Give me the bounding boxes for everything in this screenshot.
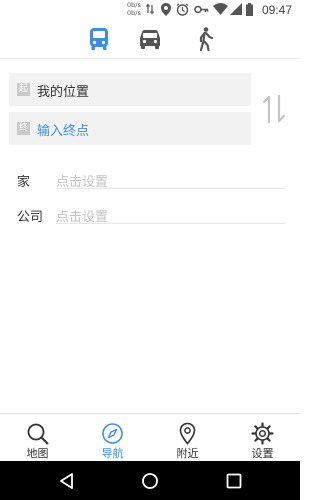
nav-label-map: 地图: [26, 447, 49, 460]
location-icon: [161, 3, 171, 16]
compass-icon: [102, 423, 123, 444]
nav-label-settings: 设置: [251, 447, 274, 460]
company-place-row[interactable]: 公司 点击设置: [0, 201, 300, 231]
start-badge: 起: [17, 83, 30, 96]
nav-label-nearby: 附近: [176, 447, 199, 460]
clock: 09:47: [261, 3, 292, 17]
search-icon: [27, 423, 49, 445]
home-divider: [56, 188, 285, 189]
company-divider: [56, 223, 285, 224]
start-location-field[interactable]: 起 我的位置: [9, 73, 251, 106]
swap-route-button[interactable]: [262, 94, 286, 124]
signal-icon: [230, 3, 242, 15]
back-icon[interactable]: [57, 471, 77, 491]
network-speed: 0b/s 0b/s: [127, 1, 141, 17]
alarm-icon: [176, 3, 189, 16]
status-bar: 0b/s 0b/s 09:47: [0, 0, 300, 20]
key-icon: [194, 5, 209, 14]
wifi-icon: [213, 3, 228, 15]
home-label: 家: [17, 175, 31, 190]
home-place-row[interactable]: 家 点击设置: [0, 166, 300, 196]
end-badge: 终: [17, 122, 30, 135]
recents-icon[interactable]: [224, 471, 244, 491]
nav-label-navigate: 导航: [101, 447, 124, 460]
start-location-text: 我的位置: [37, 85, 90, 100]
home-icon[interactable]: [140, 471, 160, 491]
nav-item-navigate[interactable]: 导航: [75, 414, 150, 462]
location-pin-icon: [179, 422, 196, 445]
destination-placeholder: 输入终点: [37, 124, 90, 139]
nav-item-settings[interactable]: 设置: [225, 414, 300, 462]
walk-icon: [199, 27, 214, 52]
tab-walk[interactable]: [192, 26, 218, 52]
car-icon: [140, 30, 160, 49]
bus-icon: [90, 28, 108, 50]
network-speed-down: 0b/s: [127, 9, 141, 17]
bottom-nav: 地图 导航 附近 设置: [0, 413, 300, 462]
swap-arrows-icon: [262, 94, 286, 124]
nav-item-map[interactable]: 地图: [0, 414, 75, 462]
company-label: 公司: [17, 210, 44, 225]
destination-field[interactable]: 终 输入终点: [9, 112, 251, 145]
battery-icon: [246, 3, 253, 16]
gear-icon: [251, 422, 274, 445]
data-arrows-icon: [146, 3, 154, 15]
nav-item-nearby[interactable]: 附近: [150, 414, 225, 462]
tab-car[interactable]: [137, 26, 163, 52]
tab-bus[interactable]: [86, 26, 112, 52]
transport-mode-tabs: [0, 20, 300, 59]
network-speed-up: 0b/s: [127, 1, 141, 9]
system-nav-bar: [0, 461, 300, 500]
